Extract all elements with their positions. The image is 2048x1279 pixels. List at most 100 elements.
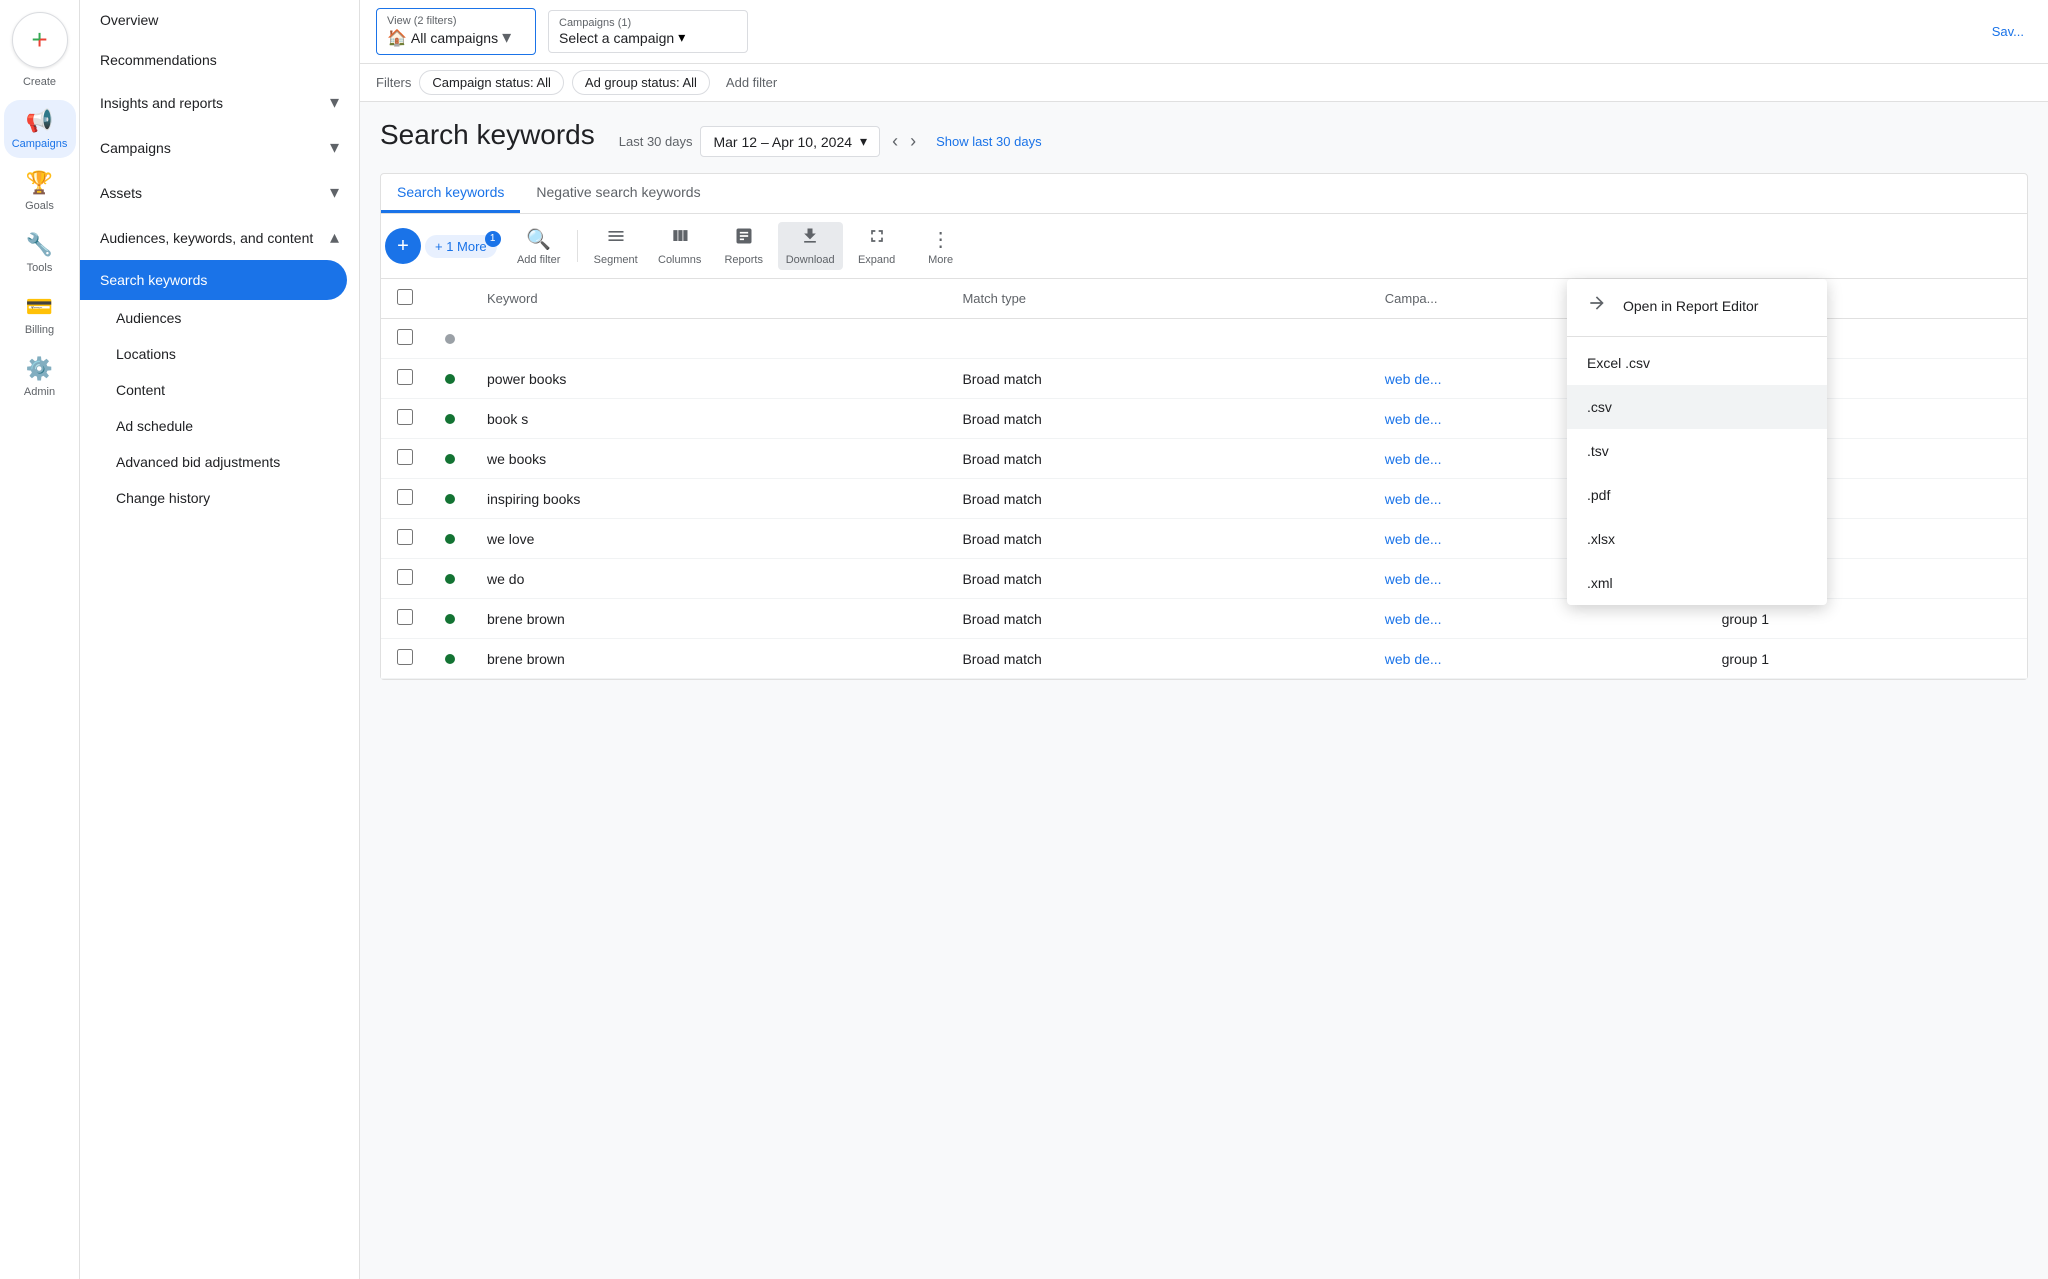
row-select-checkbox[interactable]: [397, 569, 413, 585]
nav-label-admin: Admin: [24, 386, 55, 398]
nav-item-goals[interactable]: 🏆 Goals: [4, 162, 76, 220]
campaign-filter-value: Select a campaign: [559, 30, 674, 46]
campaign-link[interactable]: web de...: [1385, 651, 1442, 667]
row-keyword: brene brown: [471, 599, 946, 639]
sidebar-item-advanced-bid[interactable]: Advanced bid adjustments: [80, 444, 359, 480]
sidebar-item-campaigns[interactable]: Campaigns ▾: [80, 125, 359, 170]
download-menu-tsv[interactable]: .tsv: [1567, 429, 1827, 473]
add-button[interactable]: +: [385, 228, 421, 264]
toolbar-more[interactable]: ⋮ More: [911, 223, 971, 270]
view-filter-value: All campaigns: [411, 30, 498, 46]
row-select-checkbox[interactable]: [397, 489, 413, 505]
campaign-link[interactable]: web de...: [1385, 411, 1442, 427]
add-filter-button[interactable]: Add filter: [718, 71, 785, 94]
status-dot: [445, 654, 455, 664]
admin-icon: ⚙️: [26, 356, 53, 382]
toolbar: + + 1 More 1 🔍 Add filter Segment: [381, 214, 2027, 279]
row-select-checkbox[interactable]: [397, 409, 413, 425]
row-select-checkbox[interactable]: [397, 649, 413, 665]
show-last-button[interactable]: Show last 30 days: [936, 134, 1042, 149]
row-select-checkbox[interactable]: [397, 529, 413, 545]
sidebar-label-locations: Locations: [116, 346, 176, 362]
toolbar-segment[interactable]: Segment: [586, 222, 646, 270]
campaign-status-label: Campaign status: All: [432, 75, 551, 90]
ad-group-status-chip[interactable]: Ad group status: All: [572, 70, 710, 95]
nav-item-billing[interactable]: 💳 Billing: [4, 286, 76, 344]
sidebar-item-insights[interactable]: Insights and reports ▾: [80, 80, 359, 125]
tab-search-keywords-label: Search keywords: [397, 184, 504, 200]
campaign-link[interactable]: web de...: [1385, 611, 1442, 627]
view-filter-dropdown[interactable]: View (2 filters) 🏠 All campaigns ▾: [376, 8, 536, 55]
toolbar-expand[interactable]: Expand: [847, 222, 907, 270]
next-date-button[interactable]: ›: [906, 127, 920, 156]
tabs: Search keywords Negative search keywords: [381, 174, 2027, 214]
nav-item-tools[interactable]: 🔧 Tools: [4, 224, 76, 282]
row-keyword: book s: [471, 399, 946, 439]
sidebar-item-audiences[interactable]: Audiences, keywords, and content ▴: [80, 215, 359, 260]
download-menu-xlsx[interactable]: .xlsx: [1567, 517, 1827, 561]
sidebar-item-assets[interactable]: Assets ▾: [80, 170, 359, 215]
columns-label: Columns: [658, 254, 701, 266]
nav-label-campaigns: Campaigns: [12, 138, 68, 150]
row-select-checkbox[interactable]: [397, 369, 413, 385]
create-plus-icon: +: [31, 24, 47, 56]
toolbar-reports[interactable]: Reports: [714, 222, 774, 270]
download-menu-pdf[interactable]: .pdf: [1567, 473, 1827, 517]
sidebar-item-content[interactable]: Content: [80, 372, 359, 408]
row-select-checkbox[interactable]: [397, 329, 413, 345]
ad-group-status-label: Ad group status: All: [585, 75, 697, 90]
row-select-checkbox[interactable]: [397, 609, 413, 625]
sidebar-label-advanced-bid: Advanced bid adjustments: [116, 454, 280, 470]
sidebar-item-ad-schedule[interactable]: Ad schedule: [80, 408, 359, 444]
row-checkbox: [381, 519, 429, 559]
sidebar-item-audiences-sub[interactable]: Audiences: [80, 300, 359, 336]
download-menu-xml[interactable]: .xml: [1567, 561, 1827, 605]
status-dot: [445, 494, 455, 504]
date-picker[interactable]: Mar 12 – Apr 10, 2024 ▾: [700, 126, 880, 157]
select-all-checkbox[interactable]: [397, 289, 413, 305]
row-match-type: Broad match: [946, 439, 1368, 479]
sidebar-item-recommendations[interactable]: Recommendations: [80, 40, 359, 80]
campaign-status-chip[interactable]: Campaign status: All: [419, 70, 564, 95]
download-menu-csv[interactable]: .csv: [1567, 385, 1827, 429]
report-editor-label: Open in Report Editor: [1623, 298, 1758, 314]
more-chip[interactable]: + 1 More 1: [425, 235, 497, 258]
status-header: [429, 279, 471, 319]
sidebar-item-locations[interactable]: Locations: [80, 336, 359, 372]
campaign-link[interactable]: web de...: [1385, 371, 1442, 387]
sidebar-label-content: Content: [116, 382, 165, 398]
sidebar-item-overview[interactable]: Overview: [80, 0, 359, 40]
nav-item-campaigns[interactable]: 📢 Campaigns: [4, 100, 76, 158]
download-menu-report-editor[interactable]: Open in Report Editor: [1567, 279, 1827, 332]
row-status: [429, 599, 471, 639]
toolbar-download[interactable]: Download: [778, 222, 843, 270]
status-dot: [445, 414, 455, 424]
tab-search-keywords[interactable]: Search keywords: [381, 174, 520, 213]
chevron-down-icon: ▾: [502, 27, 511, 48]
prev-date-button[interactable]: ‹: [888, 127, 902, 156]
save-button[interactable]: Sav...: [1984, 20, 2032, 43]
campaign-link[interactable]: web de...: [1385, 531, 1442, 547]
row-checkbox: [381, 359, 429, 399]
nav-item-admin[interactable]: ⚙️ Admin: [4, 348, 76, 406]
sidebar-label-recommendations: Recommendations: [100, 52, 217, 68]
sidebar-item-change-history[interactable]: Change history: [80, 480, 359, 516]
toolbar-add-filter[interactable]: 🔍 Add filter: [509, 223, 569, 270]
create-button[interactable]: + Create: [12, 12, 68, 88]
pdf-label: .pdf: [1587, 487, 1610, 503]
add-filter-label: Add filter: [517, 254, 560, 266]
campaign-link[interactable]: web de...: [1385, 491, 1442, 507]
sidebar-item-search-keywords[interactable]: Search keywords: [80, 260, 347, 300]
xml-label: .xml: [1587, 575, 1613, 591]
campaign-link[interactable]: web de...: [1385, 451, 1442, 467]
chevron-down-icon: ▾: [330, 182, 339, 203]
goals-icon: 🏆: [26, 170, 53, 196]
campaign-link[interactable]: web de...: [1385, 571, 1442, 587]
segment-icon: [606, 226, 626, 252]
download-menu-excel-csv[interactable]: Excel .csv: [1567, 341, 1827, 385]
toolbar-columns[interactable]: Columns: [650, 222, 710, 270]
row-select-checkbox[interactable]: [397, 449, 413, 465]
tab-negative-search[interactable]: Negative search keywords: [520, 174, 716, 213]
campaign-filter-dropdown[interactable]: Campaigns (1) Select a campaign ▾: [548, 10, 748, 53]
chevron-down-icon: ▾: [330, 92, 339, 113]
